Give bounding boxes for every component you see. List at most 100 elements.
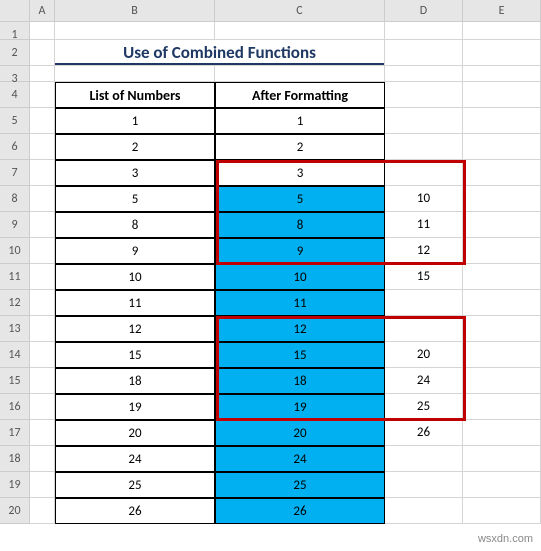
cell[interactable] [30,66,55,82]
cell[interactable] [463,290,541,316]
select-all-corner[interactable] [0,0,30,21]
cell-c-7[interactable]: 3 [215,160,385,186]
row-header-19[interactable]: 19 [0,472,30,498]
cell-c-18[interactable]: 24 [215,446,385,472]
cell-c-10[interactable]: 9 [215,238,385,264]
cell[interactable] [463,160,541,186]
cell[interactable] [463,420,541,446]
row-header-12[interactable]: 12 [0,290,30,316]
cell[interactable] [30,212,55,238]
cell-d-13[interactable] [385,316,463,342]
cell-d-14[interactable]: 20 [385,342,463,368]
cell[interactable] [385,40,463,66]
cell[interactable] [463,368,541,394]
cell-b-19[interactable]: 25 [55,472,215,498]
cell[interactable] [463,498,541,524]
cell[interactable] [30,40,55,66]
cell-b-17[interactable]: 20 [55,420,215,446]
row-header-8[interactable]: 8 [0,186,30,212]
cell-c-11[interactable]: 10 [215,264,385,290]
cell[interactable] [55,66,215,82]
table-header-b[interactable]: List of Numbers [55,82,215,108]
cell-b-14[interactable]: 15 [55,342,215,368]
cell-d-5[interactable] [385,108,463,134]
cell-c-12[interactable]: 11 [215,290,385,316]
cell-d-15[interactable]: 24 [385,368,463,394]
cell[interactable] [463,66,541,82]
row-header-7[interactable]: 7 [0,160,30,186]
row-header-5[interactable]: 5 [0,108,30,134]
cell[interactable] [463,472,541,498]
cell[interactable] [30,498,55,524]
cell[interactable] [385,22,463,40]
cell[interactable] [463,108,541,134]
cell-b-16[interactable]: 19 [55,394,215,420]
cell[interactable] [215,66,385,82]
col-header-c[interactable]: C [215,0,385,21]
cell-c-16[interactable]: 19 [215,394,385,420]
cell-b-15[interactable]: 18 [55,368,215,394]
cell[interactable] [463,264,541,290]
cell-d-16[interactable]: 25 [385,394,463,420]
cell[interactable] [30,186,55,212]
cell-c-5[interactable]: 1 [215,108,385,134]
cell[interactable] [30,316,55,342]
cell[interactable] [215,22,385,40]
cell[interactable] [463,394,541,420]
cell[interactable] [30,238,55,264]
cell[interactable] [463,134,541,160]
cell[interactable] [30,342,55,368]
cell[interactable] [55,22,215,40]
cell-c-6[interactable]: 2 [215,134,385,160]
row-header-16[interactable]: 16 [0,394,30,420]
cell-b-5[interactable]: 1 [55,108,215,134]
cell-b-12[interactable]: 11 [55,290,215,316]
cell-d-12[interactable] [385,290,463,316]
cell-b-10[interactable]: 9 [55,238,215,264]
cell-d-8[interactable]: 10 [385,186,463,212]
cell-b-8[interactable]: 5 [55,186,215,212]
row-header-20[interactable]: 20 [0,498,30,524]
cell[interactable] [463,342,541,368]
cell-c-15[interactable]: 18 [215,368,385,394]
cell[interactable] [463,212,541,238]
cell-d-10[interactable]: 12 [385,238,463,264]
row-header-3[interactable]: 3 [0,66,30,82]
cell[interactable] [463,22,541,40]
cell[interactable] [30,264,55,290]
row-header-6[interactable]: 6 [0,134,30,160]
row-header-1[interactable]: 1 [0,22,30,40]
cell-b-20[interactable]: 26 [55,498,215,524]
cell-c-14[interactable]: 15 [215,342,385,368]
row-header-11[interactable]: 11 [0,264,30,290]
cell[interactable] [30,368,55,394]
title-cell[interactable]: Use of Combined Functions [55,40,385,66]
cell-c-19[interactable]: 25 [215,472,385,498]
row-header-13[interactable]: 13 [0,316,30,342]
cell-c-20[interactable]: 26 [215,498,385,524]
cell[interactable] [30,446,55,472]
cell-b-9[interactable]: 8 [55,212,215,238]
cell[interactable] [30,134,55,160]
row-header-15[interactable]: 15 [0,368,30,394]
cell[interactable] [30,420,55,446]
cell-d-6[interactable] [385,134,463,160]
col-header-a[interactable]: A [30,0,55,21]
cell[interactable] [385,66,463,82]
col-header-b[interactable]: B [55,0,215,21]
table-header-c[interactable]: After Formatting [215,82,385,108]
cell[interactable] [30,472,55,498]
cell[interactable] [30,82,55,108]
cell-c-17[interactable]: 20 [215,420,385,446]
row-header-10[interactable]: 10 [0,238,30,264]
cell-d-20[interactable] [385,498,463,524]
cell[interactable] [463,446,541,472]
cell[interactable] [30,22,55,40]
row-header-14[interactable]: 14 [0,342,30,368]
cell-b-7[interactable]: 3 [55,160,215,186]
cell[interactable] [30,290,55,316]
row-header-18[interactable]: 18 [0,446,30,472]
row-header-2[interactable]: 2 [0,40,30,66]
row-header-9[interactable]: 9 [0,212,30,238]
cell-c-9[interactable]: 8 [215,212,385,238]
